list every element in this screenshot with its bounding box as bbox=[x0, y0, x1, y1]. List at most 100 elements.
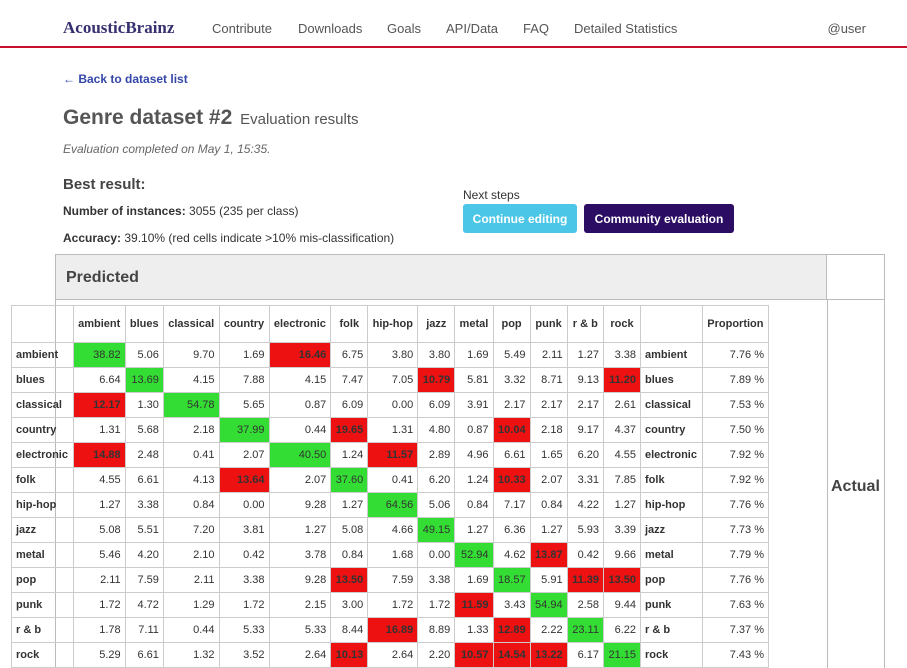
matrix-cell: 1.72 bbox=[367, 592, 419, 618]
predicted-column-header: pop bbox=[492, 305, 531, 343]
matrix-cell-misclassified: 13.50 bbox=[330, 567, 369, 593]
matrix-cell: 6.61 bbox=[492, 442, 531, 468]
matrix-row: folk 4.55 6.61 4.13 13.64 2.07 37.60 0.41 6.20 1.… bbox=[11, 467, 770, 493]
matrix-cell: 1.24 bbox=[454, 467, 494, 493]
matrix-cell: 1.29 bbox=[162, 592, 220, 618]
matrix-cell: 9.28 bbox=[268, 492, 332, 518]
matrix-cell: 1.27 bbox=[72, 492, 126, 518]
matrix-cell: 1.30 bbox=[124, 392, 164, 418]
matrix-cell-correct: 23.11 bbox=[566, 617, 604, 643]
matrix-cell: 1.31 bbox=[72, 417, 126, 443]
instances-value: 3055 (235 per class) bbox=[189, 204, 299, 218]
matrix-cell: 3.78 bbox=[268, 542, 332, 568]
matrix-cell: 3.91 bbox=[454, 392, 494, 418]
predicted-column-header: ambient bbox=[72, 305, 126, 343]
matrix-row: electronic 14.88 2.48 0.41 2.07 40.50 1.24 11.5… bbox=[11, 442, 770, 468]
matrix-cell: 4.13 bbox=[162, 467, 220, 493]
nav-contribute[interactable]: Contribute bbox=[212, 21, 272, 36]
row-label-repeat-header bbox=[640, 305, 703, 343]
matrix-cell: 0.41 bbox=[367, 467, 419, 493]
matrix-cell: 9.70 bbox=[162, 342, 220, 368]
proportion-cell: 7.92 % bbox=[701, 442, 770, 468]
actual-row-label-repeat: ambient bbox=[640, 342, 703, 368]
page-subtitle: Evaluation results bbox=[240, 111, 359, 128]
predicted-column-header: classical bbox=[162, 305, 220, 343]
matrix-cell-correct: 21.15 bbox=[602, 642, 642, 668]
predicted-column-header: country bbox=[218, 305, 270, 343]
back-to-dataset-list-link[interactable]: ← Back to dataset list bbox=[63, 72, 188, 86]
matrix-cell: 3.31 bbox=[566, 467, 604, 493]
matrix-cell: 3.39 bbox=[602, 517, 642, 543]
matrix-cell-misclassified: 14.54 bbox=[492, 642, 531, 668]
next-steps-label: Next steps bbox=[463, 188, 520, 202]
matrix-cell: 4.22 bbox=[566, 492, 604, 518]
matrix-cell-correct: 38.82 bbox=[72, 342, 126, 368]
matrix-cell: 2.64 bbox=[268, 642, 332, 668]
matrix-cell: 2.20 bbox=[417, 642, 456, 668]
nav-detailed-statistics[interactable]: Detailed Statistics bbox=[574, 21, 677, 36]
matrix-cell: 6.61 bbox=[124, 467, 164, 493]
matrix-cell: 1.27 bbox=[529, 517, 568, 543]
matrix-cell: 3.38 bbox=[417, 567, 456, 593]
user-menu[interactable]: @user bbox=[828, 21, 867, 36]
nav-downloads[interactable]: Downloads bbox=[298, 21, 362, 36]
matrix-cell: 4.66 bbox=[367, 517, 419, 543]
matrix-cell: 6.09 bbox=[330, 392, 369, 418]
actual-row-label: classical bbox=[11, 392, 74, 418]
matrix-cell: 6.22 bbox=[602, 617, 642, 643]
matrix-cell: 4.15 bbox=[162, 367, 220, 393]
actual-row-label: hip-hop bbox=[11, 492, 74, 518]
community-evaluation-button[interactable]: Community evaluation bbox=[584, 204, 734, 233]
matrix-cell: 1.27 bbox=[268, 517, 332, 543]
nav-api-data[interactable]: API/Data bbox=[446, 21, 498, 36]
continue-editing-button[interactable]: Continue editing bbox=[463, 204, 577, 233]
brand-logo-link[interactable]: AcousticBrainz bbox=[63, 18, 174, 38]
matrix-cell-correct: 49.15 bbox=[417, 517, 456, 543]
matrix-cell: 6.17 bbox=[566, 642, 604, 668]
proportion-cell: 7.37 % bbox=[701, 617, 770, 643]
dataset-title: Genre dataset #2 bbox=[63, 106, 233, 129]
nav-faq[interactable]: FAQ bbox=[523, 21, 549, 36]
actual-label: Actual bbox=[831, 478, 880, 495]
matrix-cell: 2.61 bbox=[602, 392, 642, 418]
actual-column: Actual bbox=[827, 300, 884, 668]
actual-row-label: jazz bbox=[11, 517, 74, 543]
actual-row-label-repeat: blues bbox=[640, 367, 703, 393]
matrix-cell: 3.00 bbox=[330, 592, 369, 618]
actual-row-label: punk bbox=[11, 592, 74, 618]
matrix-cell: 6.09 bbox=[417, 392, 456, 418]
matrix-cell: 6.20 bbox=[417, 467, 456, 493]
matrix-cell: 2.10 bbox=[162, 542, 220, 568]
matrix-cell-correct: 54.94 bbox=[529, 592, 568, 618]
matrix-cell: 4.55 bbox=[72, 467, 126, 493]
matrix-cell: 4.62 bbox=[492, 542, 531, 568]
actual-row-label: rock bbox=[11, 642, 74, 668]
matrix-cell: 9.13 bbox=[566, 367, 604, 393]
matrix-cell: 5.33 bbox=[218, 617, 270, 643]
matrix-cell: 3.38 bbox=[124, 492, 164, 518]
actual-row-label-repeat: electronic bbox=[640, 442, 703, 468]
matrix-cell-correct: 54.78 bbox=[162, 392, 220, 418]
matrix-cell: 2.07 bbox=[218, 442, 270, 468]
accuracy-line: Accuracy: 39.10% (red cells indicate >10… bbox=[63, 231, 394, 245]
matrix-cell-correct: 37.99 bbox=[218, 417, 270, 443]
predicted-label: Predicted bbox=[66, 269, 139, 286]
matrix-cell: 6.75 bbox=[330, 342, 369, 368]
matrix-cell-misclassified: 10.79 bbox=[417, 367, 456, 393]
nav-goals[interactable]: Goals bbox=[387, 21, 421, 36]
matrix-row: hip-hop 1.27 3.38 0.84 0.00 9.28 1.27 64.56 5.06… bbox=[11, 492, 770, 518]
matrix-cell: 7.59 bbox=[367, 567, 419, 593]
matrix-cell: 2.07 bbox=[268, 467, 332, 493]
matrix-cell: 1.65 bbox=[529, 442, 568, 468]
matrix-cell: 1.33 bbox=[454, 617, 494, 643]
matrix-cell: 5.46 bbox=[72, 542, 126, 568]
matrix-cell: 2.58 bbox=[566, 592, 604, 618]
top-navbar: AcousticBrainz Contribute Downloads Goal… bbox=[0, 0, 907, 48]
matrix-cell-misclassified: 13.50 bbox=[602, 567, 642, 593]
proportion-cell: 7.53 % bbox=[701, 392, 770, 418]
matrix-cell-correct: 40.50 bbox=[268, 442, 332, 468]
actual-row-label: folk bbox=[11, 467, 74, 493]
matrix-cell: 3.80 bbox=[417, 342, 456, 368]
matrix-row: rock 5.29 6.61 1.32 3.52 2.64 10.13 2.64 2.20 10.… bbox=[11, 642, 770, 668]
matrix-cell: 5.06 bbox=[417, 492, 456, 518]
